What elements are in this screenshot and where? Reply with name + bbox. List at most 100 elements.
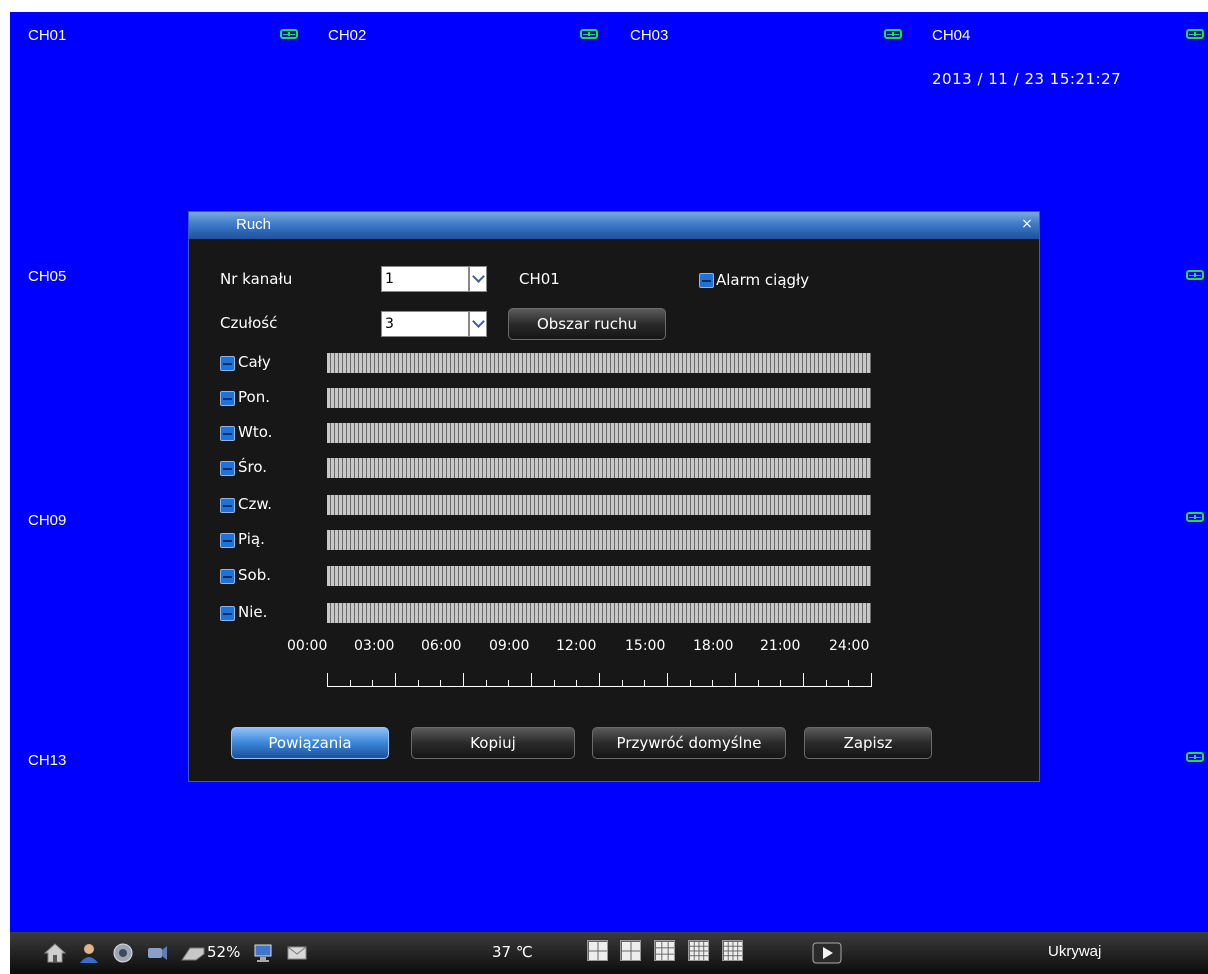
ruler-tick: [531, 673, 532, 687]
datetime-display: 2013 / 11 / 23 15:21:27: [932, 70, 1122, 88]
day-label: Sob.: [238, 566, 271, 584]
restore-defaults-button[interactable]: Przywróć domyślne: [592, 727, 786, 759]
search-record-icon[interactable]: [112, 942, 134, 964]
ruler-tick: [440, 680, 442, 687]
chevron-down-icon[interactable]: [469, 266, 487, 292]
day-checkbox[interactable]: [220, 391, 235, 406]
timeline-sat[interactable]: [327, 566, 871, 586]
ruler-tick: [871, 673, 872, 687]
ruler-tick: [667, 673, 668, 687]
day-label: Nie.: [238, 603, 268, 621]
ruler-tick: [395, 673, 396, 687]
ruler-tick: [712, 680, 714, 687]
channel-number-select[interactable]: 1: [381, 266, 487, 292]
motion-area-button[interactable]: Obszar ruchu: [508, 308, 666, 340]
save-button[interactable]: Zapisz: [804, 727, 932, 759]
ruler-tick: [621, 680, 623, 687]
record-icon: [580, 29, 598, 39]
timeline-sun[interactable]: [327, 603, 871, 623]
channel-number-label: Nr kanału: [220, 270, 293, 288]
channel-number-value[interactable]: 1: [381, 266, 469, 292]
channel-label-ch02: CH02: [328, 27, 367, 44]
channel-label-ch09: CH09: [28, 512, 67, 529]
time-tick-label: 24:00: [829, 638, 870, 654]
day-checkbox[interactable]: [220, 569, 235, 584]
timeline-thu[interactable]: [327, 495, 871, 515]
channel-label-ch13: CH13: [28, 752, 67, 769]
ruler-tick: [599, 673, 600, 687]
sensitivity-label: Czułość: [220, 314, 278, 332]
record-icon: [1186, 512, 1204, 522]
day-checkbox[interactable]: [220, 461, 235, 476]
layout-2x2-icon[interactable]: [620, 940, 641, 961]
ruler-tick: [689, 680, 691, 687]
day-checkbox[interactable]: [220, 533, 235, 548]
channel-label-ch04: CH04: [932, 27, 971, 44]
day-checkbox[interactable]: [220, 498, 235, 513]
hide-button[interactable]: Ukrywaj: [1048, 943, 1101, 960]
timeline-wed[interactable]: [327, 458, 871, 478]
day-label: Czw.: [238, 495, 273, 513]
day-checkbox[interactable]: [220, 606, 235, 621]
network-icon[interactable]: [252, 942, 274, 964]
day-label: Wto.: [238, 423, 273, 441]
backup-icon[interactable]: [146, 942, 168, 964]
timeline-mon[interactable]: [327, 388, 871, 408]
taskbar: 52% 37 ℃ Ukrywaj: [10, 932, 1208, 974]
record-icon: [1186, 270, 1204, 280]
timeline-tue[interactable]: [327, 423, 871, 443]
ruler-tick: [417, 680, 419, 687]
video-grid: CH01 CH02 CH03 CH04 2013 / 11 / 23 15:21…: [10, 12, 1208, 932]
continuous-alarm-label: Alarm ciągły: [716, 271, 810, 289]
time-tick-label: 18:00: [693, 638, 734, 654]
close-icon[interactable]: ×: [1019, 216, 1035, 232]
time-tick-label: 06:00: [421, 638, 462, 654]
day-label: Śro.: [238, 458, 268, 476]
channel-label-ch01: CH01: [28, 27, 67, 44]
ruler-tick: [372, 680, 374, 687]
links-button[interactable]: Powiązania: [231, 727, 389, 759]
record-icon: [1186, 752, 1204, 762]
ruler-tick: [735, 673, 736, 687]
layout-grid-icon[interactable]: [722, 940, 743, 961]
day-label: Pon.: [238, 388, 270, 406]
timeline-all[interactable]: [327, 353, 871, 373]
ruler-tick: [463, 673, 464, 687]
user-icon[interactable]: [78, 942, 100, 964]
day-checkbox[interactable]: [220, 426, 235, 441]
channel-label-ch03: CH03: [630, 27, 669, 44]
play-icon[interactable]: [812, 942, 842, 964]
sensitivity-select[interactable]: 3: [381, 311, 487, 337]
timeline-fri[interactable]: [327, 530, 871, 550]
ruler-tick: [576, 680, 578, 687]
channel-name: CH01: [519, 270, 560, 288]
ruler-tick: [553, 680, 555, 687]
layout-4x4-icon[interactable]: [688, 940, 709, 961]
copy-button[interactable]: Kopiuj: [411, 727, 575, 759]
time-tick-label: 03:00: [354, 638, 395, 654]
disk-icon: [181, 947, 205, 961]
day-label: Pią.: [238, 530, 265, 548]
time-tick-label: 15:00: [625, 638, 666, 654]
layout-1x1-icon[interactable]: [587, 940, 608, 961]
day-checkbox[interactable]: [220, 356, 235, 371]
ruler-tick: [780, 680, 782, 687]
dialog-titlebar[interactable]: Ruch ×: [189, 212, 1039, 239]
disk-usage-percent: 52%: [207, 943, 241, 961]
time-tick-label: 12:00: [556, 638, 597, 654]
home-icon[interactable]: [44, 942, 66, 964]
time-tick-label: 09:00: [489, 638, 530, 654]
chevron-down-icon[interactable]: [469, 311, 487, 337]
mail-icon[interactable]: [286, 942, 308, 964]
layout-3x3-icon[interactable]: [654, 940, 675, 961]
record-icon: [280, 29, 298, 39]
ruler-tick: [644, 680, 646, 687]
ruler-tick: [803, 673, 804, 687]
record-icon: [1186, 29, 1204, 39]
continuous-alarm-checkbox[interactable]: [699, 273, 714, 288]
ruler-tick: [825, 680, 827, 687]
dialog-title: Ruch: [236, 216, 272, 233]
time-tick-label: 21:00: [760, 638, 801, 654]
ruler-tick: [508, 680, 510, 687]
sensitivity-value[interactable]: 3: [381, 311, 469, 337]
